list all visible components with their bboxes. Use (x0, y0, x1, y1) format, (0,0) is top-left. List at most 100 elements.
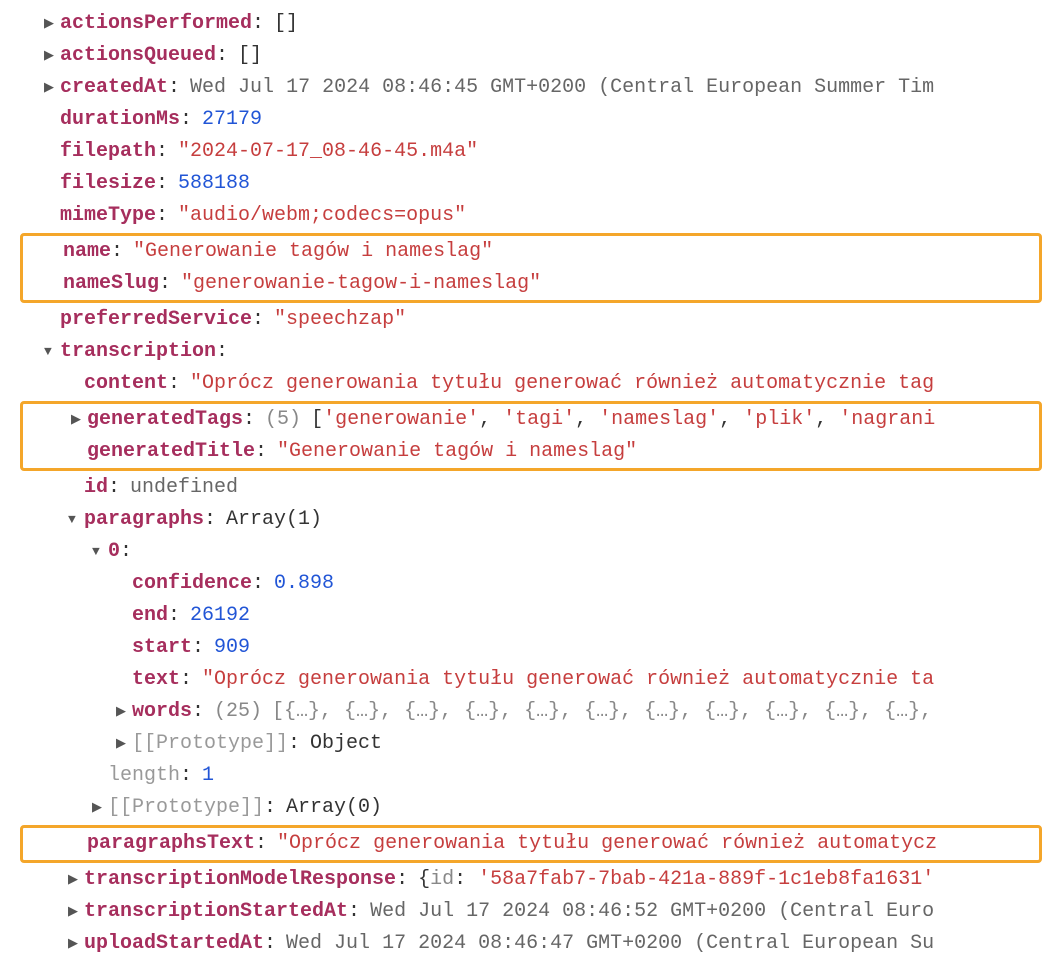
expand-arrow-icon[interactable]: ▶ (44, 14, 60, 35)
prop-key: transcriptionStartedAt (84, 896, 348, 928)
collapse-arrow-icon[interactable]: ▼ (92, 542, 108, 563)
prop-key: text (132, 664, 180, 696)
prop-value: "Oprócz generowania tytułu generować rów… (277, 828, 937, 860)
prop-filepath-row[interactable]: ▶ filepath:"2024-07-17_08-46-45.m4a" (20, 136, 1042, 168)
prop-durationMs-row[interactable]: ▶ durationMs:27179 (20, 104, 1042, 136)
prop-id-row[interactable]: ▶ id:undefined (20, 472, 1042, 504)
prop-uploadStartedAt-row[interactable]: ▶ uploadStartedAt:Wed Jul 17 2024 08:46:… (20, 928, 1042, 960)
prop-nameSlug-row[interactable]: ▶ nameSlug:"generowanie-tagow-i-nameslag… (23, 268, 1035, 300)
expand-arrow-icon[interactable]: ▶ (116, 702, 132, 723)
prop-value: Wed Jul 17 2024 08:46:47 GMT+0200 (Centr… (286, 928, 934, 960)
prop-key: nameSlug (63, 268, 159, 300)
prop-value: undefined (130, 472, 238, 504)
prop-createdAt-row[interactable]: ▶ createdAt:Wed Jul 17 2024 08:46:45 GMT… (20, 72, 1042, 104)
prop-text-row[interactable]: ▶ text:"Oprócz generowania tytułu genero… (20, 664, 1042, 696)
prop-value: 1 (202, 760, 214, 792)
prop-start-row[interactable]: ▶ start:909 (20, 632, 1042, 664)
prop-value: Wed Jul 17 2024 08:46:45 GMT+0200 (Centr… (190, 72, 934, 104)
prop-key: actionsPerformed (60, 8, 252, 40)
prop-confidence-row[interactable]: ▶ confidence:0.898 (20, 568, 1042, 600)
prop-key: transcriptionModelResponse (84, 864, 396, 896)
prop-value: 909 (214, 632, 250, 664)
prop-prototype-row[interactable]: ▶ [[Prototype]]:Array(0) (20, 792, 1042, 824)
prop-key: generatedTitle (87, 436, 255, 468)
prop-value: 26192 (190, 600, 250, 632)
prop-actionsPerformed-row[interactable]: ▶ actionsPerformed:[] (20, 8, 1042, 40)
array-preview: ['generowanie', 'tagi', 'nameslag', 'pli… (311, 404, 935, 436)
prop-value: "Generowanie tagów i nameslag" (133, 236, 493, 268)
prop-length-row[interactable]: ▶ length:1 (20, 760, 1042, 792)
array-type: Array(1) (226, 504, 322, 536)
prop-key: filepath (60, 136, 156, 168)
prop-value: 27179 (202, 104, 262, 136)
prop-key: end (132, 600, 168, 632)
prop-key: transcription (60, 336, 216, 368)
prop-generatedTitle-row[interactable]: ▶ generatedTitle:"Generowanie tagów i na… (23, 436, 1035, 468)
collapse-arrow-icon[interactable]: ▼ (68, 510, 84, 531)
prop-key: mimeType (60, 200, 156, 232)
expand-arrow-icon[interactable]: ▶ (68, 934, 84, 955)
prop-transcriptionStartedAt-row[interactable]: ▶ transcriptionStartedAt:Wed Jul 17 2024… (20, 896, 1042, 928)
prop-end-row[interactable]: ▶ end:26192 (20, 600, 1042, 632)
prop-key: paragraphsText (87, 828, 255, 860)
prop-value: Object (310, 728, 382, 760)
prop-value: Wed Jul 17 2024 08:46:52 GMT+0200 (Centr… (370, 896, 934, 928)
prop-key: durationMs (60, 104, 180, 136)
prop-name-row[interactable]: ▶ name:"Generowanie tagów i nameslag" (23, 236, 1035, 268)
prop-key: [[Prototype]] (132, 728, 288, 760)
prop-value: "Oprócz generowania tytułu generować rów… (190, 368, 934, 400)
prop-key: confidence (132, 568, 252, 600)
collapse-arrow-icon[interactable]: ▼ (44, 342, 60, 363)
expand-arrow-icon[interactable]: ▶ (116, 734, 132, 755)
prop-key: name (63, 236, 111, 268)
prop-filesize-row[interactable]: ▶ filesize:588188 (20, 168, 1042, 200)
prop-actionsQueued-row[interactable]: ▶ actionsQueued:[] (20, 40, 1042, 72)
prop-key: generatedTags (87, 404, 243, 436)
prop-value: "Generowanie tagów i nameslag" (277, 436, 637, 468)
prop-key: 0 (108, 536, 120, 568)
expand-arrow-icon[interactable]: ▶ (71, 410, 87, 431)
prop-paragraphs-0-row[interactable]: ▼ 0: (20, 536, 1042, 568)
highlight-generated-block: ▶ generatedTags:(5)['generowanie', 'tagi… (20, 401, 1042, 471)
prop-key: actionsQueued (60, 40, 216, 72)
prop-words-row[interactable]: ▶ words:(25)[{…}, {…}, {…}, {…}, {…}, {…… (20, 696, 1042, 728)
prop-value: 0.898 (274, 568, 334, 600)
prop-prototype-row[interactable]: ▶ [[Prototype]]:Object (20, 728, 1042, 760)
prop-paragraphsText-row[interactable]: ▶ paragraphsText:"Oprócz generowania tyt… (23, 828, 1035, 860)
prop-key: words (132, 696, 192, 728)
prop-key: createdAt (60, 72, 168, 104)
expand-arrow-icon[interactable]: ▶ (92, 798, 108, 819)
prop-value: "2024-07-17_08-46-45.m4a" (178, 136, 478, 168)
prop-key: start (132, 632, 192, 664)
console-object-tree: ▶ actionsPerformed:[] ▶ actionsQueued:[]… (20, 8, 1042, 960)
highlight-name-block: ▶ name:"Generowanie tagów i nameslag" ▶ … (20, 233, 1042, 303)
expand-arrow-icon[interactable]: ▶ (68, 902, 84, 923)
prop-transcription-row[interactable]: ▼ transcription: (20, 336, 1042, 368)
prop-key: paragraphs (84, 504, 204, 536)
array-count: (5) (265, 404, 301, 436)
prop-value: [] (238, 40, 262, 72)
prop-value: "Oprócz generowania tytułu generować rów… (202, 664, 934, 696)
prop-value: [] (274, 8, 298, 40)
prop-content-row[interactable]: ▶ content:"Oprócz generowania tytułu gen… (20, 368, 1042, 400)
prop-value: "generowanie-tagow-i-nameslag" (181, 268, 541, 300)
highlight-paragraphsText-block: ▶ paragraphsText:"Oprócz generowania tyt… (20, 825, 1042, 863)
prop-value: Array(0) (286, 792, 382, 824)
expand-arrow-icon[interactable]: ▶ (44, 78, 60, 99)
prop-preferredService-row[interactable]: ▶ preferredService:"speechzap" (20, 304, 1042, 336)
prop-key: preferredService (60, 304, 252, 336)
array-count: (25) (214, 696, 262, 728)
prop-transcriptionModelResponse-row[interactable]: ▶ transcriptionModelResponse:{id: '58a7f… (20, 864, 1042, 896)
prop-mimeType-row[interactable]: ▶ mimeType:"audio/webm;codecs=opus" (20, 200, 1042, 232)
prop-key: id (84, 472, 108, 504)
array-preview: [{…}, {…}, {…}, {…}, {…}, {…}, {…}, {…},… (272, 696, 932, 728)
prop-paragraphs-row[interactable]: ▼ paragraphs:Array(1) (20, 504, 1042, 536)
object-preview: {id: '58a7fab7-7bab-421a-889f-1c1eb8fa16… (418, 864, 934, 896)
expand-arrow-icon[interactable]: ▶ (44, 46, 60, 67)
prop-value: "speechzap" (274, 304, 406, 336)
prop-key: uploadStartedAt (84, 928, 264, 960)
prop-key: [[Prototype]] (108, 792, 264, 824)
prop-value: 588188 (178, 168, 250, 200)
expand-arrow-icon[interactable]: ▶ (68, 870, 84, 891)
prop-generatedTags-row[interactable]: ▶ generatedTags:(5)['generowanie', 'tagi… (23, 404, 1035, 436)
